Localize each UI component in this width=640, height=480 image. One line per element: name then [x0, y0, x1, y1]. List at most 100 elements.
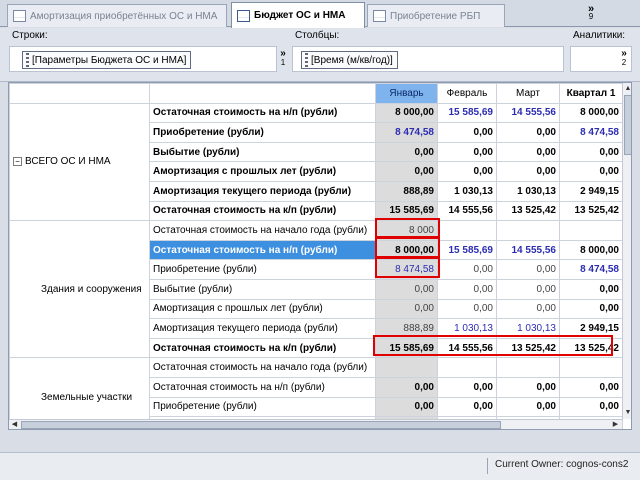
row-header[interactable]: Приобретение (рубли) — [149, 122, 376, 143]
vertical-scrollbar[interactable]: ▲ ▼ — [622, 83, 631, 419]
data-cell[interactable]: 8 474,58 — [559, 259, 623, 280]
data-cell[interactable]: 888,89 — [375, 318, 438, 339]
data-cell[interactable]: 0,00 — [375, 396, 438, 418]
data-cell[interactable]: 1 030,13 — [437, 180, 497, 202]
drag-handle-icon[interactable] — [26, 53, 29, 67]
data-cell[interactable]: 0,00 — [559, 161, 623, 182]
data-cell[interactable]: 15 585,69 — [375, 337, 438, 359]
row-header[interactable]: Остаточная стоимость на н/п (рубли) — [149, 102, 376, 124]
tab-overflow-button[interactable]: » 9 — [584, 4, 598, 21]
data-cell[interactable]: 0,00 — [496, 122, 560, 143]
vertical-scroll-thumb[interactable] — [624, 95, 631, 155]
data-cell[interactable]: 8 000,00 — [375, 239, 438, 261]
data-cell[interactable]: 0,00 — [375, 161, 438, 182]
scroll-left-icon[interactable]: ◀ — [9, 420, 20, 429]
data-cell[interactable] — [496, 220, 560, 241]
data-cell[interactable]: 14 555,56 — [437, 337, 497, 359]
data-cell[interactable]: 8 474,58 — [375, 122, 438, 143]
data-cell[interactable]: 0,00 — [437, 376, 497, 398]
data-cell[interactable]: 14 555,56 — [437, 200, 497, 222]
data-cell[interactable]: 0,00 — [375, 376, 438, 398]
data-cell[interactable]: 8 000 — [375, 220, 438, 241]
row-header[interactable]: Остаточная стоимость на начало года (руб… — [149, 357, 376, 378]
scroll-down-icon[interactable]: ▼ — [623, 407, 631, 418]
data-cell[interactable]: 8 000,00 — [559, 102, 623, 124]
horizontal-scroll-thumb[interactable] — [21, 421, 501, 429]
data-cell[interactable]: 0,00 — [559, 141, 623, 163]
data-cell[interactable]: 0,00 — [437, 122, 497, 143]
data-cell[interactable]: 0,00 — [375, 278, 438, 300]
columns-dimension-chip[interactable]: [Время (м/кв/год)] — [301, 51, 398, 69]
rows-dropzone[interactable]: [Параметры Бюджета ОС и НМА] » 1 — [9, 46, 286, 72]
row-header[interactable]: Остаточная стоимость на к/п (рубли) — [149, 200, 376, 222]
horizontal-scrollbar[interactable]: ◀ ▶ — [9, 419, 622, 429]
data-cell[interactable] — [437, 357, 497, 378]
data-cell[interactable]: 0,00 — [437, 396, 497, 418]
data-cell[interactable]: 13 525,42 — [559, 200, 623, 222]
row-header[interactable]: Амортизация с прошлых лет (рубли) — [149, 161, 376, 182]
columns-dropzone[interactable]: [Время (м/кв/год)] — [292, 46, 564, 72]
data-cell[interactable]: 15 585,69 — [375, 200, 438, 222]
data-cell[interactable] — [559, 357, 623, 378]
data-cell[interactable]: 13 525,42 — [559, 337, 623, 359]
data-cell[interactable]: 0,00 — [496, 376, 560, 398]
row-header[interactable]: Амортизация текущего периода (рубли) — [149, 318, 376, 339]
data-cell[interactable]: 14 555,56 — [496, 102, 560, 124]
row-header[interactable]: Выбытие (рубли) — [149, 141, 376, 163]
data-cell[interactable] — [437, 220, 497, 241]
tab-acquisition[interactable]: Приобретение РБП — [367, 4, 505, 27]
data-cell[interactable] — [375, 357, 438, 378]
tab-amortization[interactable]: Амортизация приобретённых ОС и НМА — [7, 4, 227, 27]
data-cell[interactable]: 1 030,13 — [496, 318, 560, 339]
data-cell[interactable]: 0,00 — [559, 376, 623, 398]
data-cell[interactable]: 0,00 — [496, 298, 560, 320]
data-cell[interactable] — [559, 220, 623, 241]
row-header[interactable]: Амортизация текущего периода (рубли) — [149, 180, 376, 202]
data-cell[interactable]: 15 585,69 — [437, 102, 497, 124]
data-cell[interactable]: 0,00 — [375, 298, 438, 320]
collapse-icon[interactable]: − — [13, 157, 22, 167]
data-cell[interactable]: 0,00 — [375, 141, 438, 163]
row-header[interactable]: Остаточная стоимость на н/п (рубли) — [149, 239, 376, 261]
row-header[interactable]: Остаточная стоимость на к/п (рубли) — [149, 337, 376, 359]
data-cell[interactable]: 0,00 — [437, 161, 497, 182]
scroll-right-icon[interactable]: ▶ — [610, 420, 621, 429]
data-cell[interactable]: 14 555,56 — [496, 239, 560, 261]
data-cell[interactable]: 0,00 — [437, 298, 497, 320]
row-header[interactable]: Остаточная стоимость на н/п (рубли) — [149, 376, 376, 398]
analytics-dropzone[interactable]: » 2 — [570, 46, 632, 72]
data-cell[interactable]: 1 030,13 — [496, 180, 560, 202]
rows-dimension-chip[interactable]: [Параметры Бюджета ОС и НМА] — [22, 51, 192, 69]
data-cell[interactable]: 1 030,13 — [437, 318, 497, 339]
row-group-header[interactable]: − ВСЕГО ОС И НМА — [9, 102, 150, 222]
drag-handle-icon[interactable] — [305, 53, 308, 67]
data-cell[interactable]: 0,00 — [496, 396, 560, 418]
data-cell[interactable]: 13 525,42 — [496, 337, 560, 359]
row-header[interactable]: Выбытие (рубли) — [149, 278, 376, 300]
column-header[interactable]: Март — [496, 83, 560, 104]
row-header[interactable]: Амортизация с прошлых лет (рубли) — [149, 298, 376, 320]
row-group-header[interactable]: Здания и сооружения — [9, 220, 150, 359]
data-cell[interactable]: 0,00 — [437, 259, 497, 280]
rows-more-button[interactable]: » 1 — [277, 49, 289, 68]
data-cell[interactable]: 0,00 — [437, 141, 497, 163]
data-cell[interactable]: 8 474,58 — [375, 259, 438, 280]
column-header[interactable]: Январь — [375, 83, 438, 104]
data-cell[interactable]: 0,00 — [559, 298, 623, 320]
data-cell[interactable]: 8 474,58 — [559, 122, 623, 143]
data-cell[interactable] — [496, 357, 560, 378]
data-cell[interactable]: 15 585,69 — [437, 239, 497, 261]
data-cell[interactable]: 8 000,00 — [375, 102, 438, 124]
data-cell[interactable]: 0,00 — [496, 141, 560, 163]
data-cell[interactable]: 0,00 — [559, 278, 623, 300]
data-cell[interactable]: 0,00 — [496, 161, 560, 182]
data-cell[interactable]: 0,00 — [496, 259, 560, 280]
data-cell[interactable]: 13 525,42 — [496, 200, 560, 222]
analytics-more-button[interactable]: » 2 — [618, 49, 630, 68]
row-header[interactable]: Остаточная стоимость на начало года (руб… — [149, 220, 376, 241]
data-cell[interactable]: 8 000,00 — [559, 239, 623, 261]
data-cell[interactable]: 2 949,15 — [559, 180, 623, 202]
row-header[interactable]: Приобретение (рубли) — [149, 396, 376, 418]
data-cell[interactable]: 2 949,15 — [559, 318, 623, 339]
data-cell[interactable]: 888,89 — [375, 180, 438, 202]
